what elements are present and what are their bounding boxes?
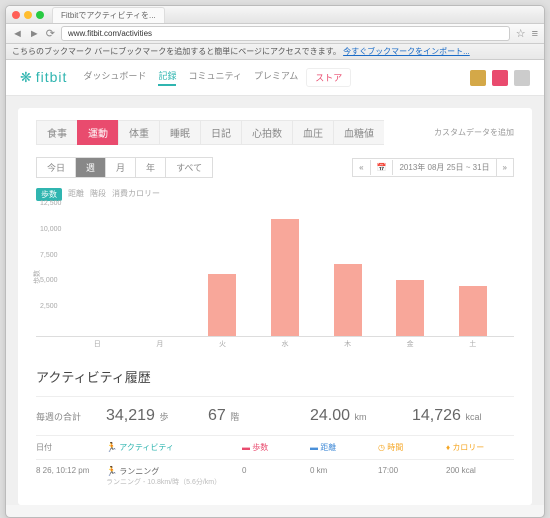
th-date: 日付 [36, 442, 106, 453]
period-月[interactable]: 月 [105, 157, 135, 178]
bar [459, 286, 487, 336]
chart-tab-距離[interactable]: 距離 [68, 188, 84, 201]
xtick: 金 [379, 339, 442, 349]
history-title: アクティビティ履歴 [36, 367, 514, 386]
category-血糖値[interactable]: 血糖値 [333, 120, 384, 145]
total-item: 67 階 [208, 407, 310, 425]
next-range-icon[interactable]: » [497, 160, 513, 175]
category-日記[interactable]: 日記 [200, 120, 241, 145]
total-item: 14,726 kcal [412, 407, 514, 425]
calendar-icon: 📅 [371, 160, 394, 175]
ytick: 12,500 [40, 200, 61, 207]
xtick: 日 [66, 339, 129, 349]
xtick: 月 [129, 339, 192, 349]
ytick: 5,000 [40, 277, 58, 284]
bookmark-bar: こちらのブックマーク バーにブックマークを追加すると簡単にページにアクセスできま… [6, 44, 544, 60]
store-button[interactable]: ストア [306, 68, 351, 87]
ytick: 7,500 [40, 252, 58, 259]
nav-ダッシュボード[interactable]: ダッシュボード [83, 69, 146, 86]
ytick: 10,000 [40, 226, 61, 233]
ytick: 2,500 [40, 303, 58, 310]
totals-label: 毎週の合計 [36, 410, 106, 423]
menu-icon[interactable]: ≡ [532, 28, 538, 40]
nav-記録[interactable]: 記録 [158, 69, 176, 86]
chart-tab-階段[interactable]: 階段 [90, 188, 106, 201]
date-range-label: 2013年 08月 25日 ~ 31日 [393, 159, 496, 176]
category-血圧[interactable]: 血圧 [292, 120, 333, 145]
settings-icon[interactable] [514, 70, 530, 86]
xtick: 火 [191, 339, 254, 349]
fitbit-logo[interactable]: fitbit [20, 69, 67, 86]
window-controls[interactable] [12, 11, 44, 19]
activity-bar-chart: 歩数 2,5005,0007,50010,00012,500 [36, 207, 514, 337]
category-睡眠[interactable]: 睡眠 [159, 120, 200, 145]
total-item: 34,219 歩 [106, 407, 208, 425]
bar [334, 264, 362, 336]
th-activity: アクティビティ [106, 442, 242, 453]
bar [271, 219, 299, 336]
total-item: 24.00 km [310, 407, 412, 425]
messages-icon[interactable] [492, 70, 508, 86]
prev-range-icon[interactable]: « [353, 160, 370, 175]
chart-tab-消費カロリー[interactable]: 消費カロリー [112, 188, 160, 201]
th-dist: ▬ 距離 [310, 442, 378, 453]
date-range-picker[interactable]: « 📅 2013年 08月 25日 ~ 31日 » [352, 158, 514, 177]
url-input[interactable]: www.fitbit.com/activities [61, 26, 510, 41]
xtick: 土 [441, 339, 504, 349]
th-steps: ▬ 歩数 [242, 442, 310, 453]
category-運動[interactable]: 運動 [77, 120, 118, 145]
import-bookmarks-link[interactable]: 今すぐブックマークをインポート... [343, 47, 470, 56]
table-row: 8 26, 10:12 pmランニングランニング - 10.8km/時（5.6分… [36, 460, 514, 493]
bookmark-icon[interactable]: ☆ [516, 27, 526, 40]
th-cal: ♦ カロリー [446, 442, 514, 453]
category-心拍数[interactable]: 心拍数 [241, 120, 292, 145]
xtick: 水 [254, 339, 317, 349]
profile-icon[interactable] [470, 70, 486, 86]
browser-tab[interactable]: Fitbitでアクティビティを... [52, 7, 165, 23]
period-週[interactable]: 週 [75, 157, 105, 178]
nav-プレミアム[interactable]: プレミアム [254, 69, 298, 86]
period-今日[interactable]: 今日 [36, 157, 75, 178]
xtick: 木 [316, 339, 379, 349]
nav-コミュニティ[interactable]: コミュニティ [188, 69, 241, 86]
back-icon[interactable]: ◄ [12, 28, 23, 40]
bar [396, 280, 424, 336]
category-体重[interactable]: 体重 [118, 120, 159, 145]
add-custom-data-link[interactable]: カスタムデータを追加 [434, 127, 514, 138]
category-食事[interactable]: 食事 [36, 120, 77, 145]
forward-icon[interactable]: ► [29, 28, 40, 40]
bar [208, 274, 236, 336]
period-年[interactable]: 年 [135, 157, 165, 178]
period-すべて[interactable]: すべて [165, 157, 213, 178]
reload-icon[interactable]: ⟳ [46, 27, 55, 40]
th-time: ◷ 時間 [378, 442, 446, 453]
